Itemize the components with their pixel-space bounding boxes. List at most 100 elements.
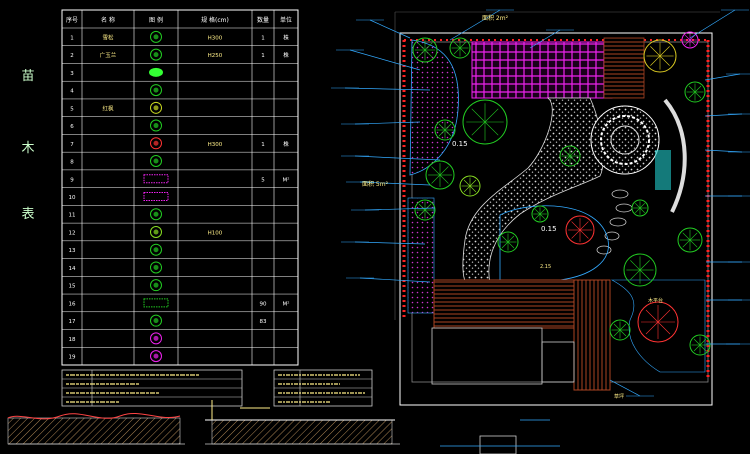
legend-row-name: 红枫: [102, 104, 114, 112]
legend-row-unit: M²: [283, 176, 290, 183]
flower-bed-left: [409, 39, 459, 176]
legend-row-name: 广玉兰: [100, 51, 117, 59]
label-deck: 木平台: [648, 297, 663, 304]
legend-row: 10: [69, 192, 169, 201]
legend-row: 5 红枫: [70, 101, 162, 114]
legend-row-unit: M²: [283, 300, 290, 307]
side-title-char-2: 木: [21, 141, 34, 156]
legend-row-number: 14: [69, 266, 76, 272]
leader-line: [704, 113, 743, 117]
tree-symbol: [609, 319, 631, 341]
legend-row-name: 雪松: [102, 33, 114, 41]
tree-symbol: [631, 199, 649, 217]
label-area-mid: 面积 5m²: [362, 180, 389, 188]
legend-row-number: 2: [70, 53, 74, 59]
bottom-elevation-detail: [440, 419, 560, 454]
legend-row-number: 19: [69, 355, 76, 361]
legend-symbol-shrub: [149, 67, 163, 77]
legend-row: 16 90 M²: [69, 298, 290, 308]
label-lawn: 草坪: [614, 393, 624, 400]
notes-table-left: [61, 369, 243, 407]
side-title-char-1: 苗: [21, 69, 34, 84]
tree-symbol: [462, 99, 508, 145]
label-dim-3: 2.15: [540, 264, 551, 270]
tree-symbol: [559, 145, 581, 167]
legend-header-cell: 图 例: [149, 16, 163, 24]
legend-row-number: 1: [70, 35, 74, 41]
legend-row-spec: H300: [208, 142, 223, 148]
legend-row: 3: [70, 67, 163, 77]
legend-row: 13: [69, 243, 162, 256]
legend-row-number: 15: [69, 284, 76, 290]
tree-symbol: [689, 334, 711, 356]
tree-symbol: [434, 119, 456, 141]
legend-row-number: 10: [69, 195, 76, 201]
paved-path: [462, 97, 604, 285]
legend-row-quantity: 1: [261, 35, 265, 41]
legend-row: 18: [69, 332, 162, 345]
legend-row-unit: 株: [283, 33, 289, 41]
legend-row-number: 18: [69, 337, 76, 343]
tree-symbol: [684, 81, 706, 103]
tree-symbol: [677, 227, 703, 253]
tree-symbol: [565, 215, 595, 245]
leader-line: [704, 73, 741, 81]
legend-row: 9 5 M²: [70, 174, 290, 184]
legend-header-cell: 规 格(cm): [201, 16, 229, 24]
legend-row-number: 17: [69, 319, 76, 325]
legend-row: 2 广玉兰 H250 1 株: [70, 48, 289, 61]
legend-row-number: 16: [69, 301, 76, 307]
legend-symbol-hedge: [143, 298, 169, 308]
wood-deck-top: [603, 37, 645, 99]
legend-header-cell: 单位: [280, 16, 292, 24]
tree-symbol: [414, 199, 436, 221]
legend-row-number: 12: [69, 230, 76, 236]
notes-table-right: [273, 369, 373, 407]
legend-row-spec: H100: [208, 230, 223, 236]
label-dim-1: 0.15: [452, 140, 468, 148]
site-plan: 面积 2m² 面积 5m² 0.15 0.15 2.15 木平台 草坪: [331, 9, 750, 454]
legend-row-spec: H250: [208, 53, 223, 59]
paving-section-detail-2: [205, 400, 400, 445]
stepping-stones: [596, 189, 633, 255]
legend-row-number: 11: [69, 213, 76, 219]
leader-line: [354, 121, 421, 125]
tree-symbol: [412, 37, 438, 63]
legend-row-number: 3: [70, 71, 74, 77]
legend-table-rows: 1 雪松 H300 1 株 2 广玉兰 H250 1 株 3 4 5 红枫 6 7 H300 1 株 8 9 5 M² 10 1…: [69, 30, 290, 363]
label-dim-2: 0.15: [541, 225, 557, 233]
legend-header-cell: 序号: [66, 16, 78, 24]
legend-row-quantity: 90: [260, 301, 267, 307]
legend-row: 11: [69, 208, 162, 221]
tree-symbol: [425, 160, 455, 190]
paving-section-detail-1: [7, 412, 185, 445]
tree-symbol: [497, 231, 519, 253]
legend-row-quantity: 1: [261, 53, 265, 59]
leader-line: [349, 49, 421, 71]
legend-row: 19: [69, 350, 162, 363]
leader-line: [369, 19, 411, 39]
legend-symbol-hedge: [143, 192, 169, 201]
legend-row-number: 6: [70, 124, 74, 130]
pergola: [471, 41, 613, 99]
legend-row: 1 雪松 H300 1 株: [70, 30, 289, 43]
legend-row-number: 13: [69, 248, 76, 254]
legend-row: 7 H300 1 株: [70, 137, 289, 150]
tree-symbol: [643, 39, 677, 73]
legend-header-cell: 数量: [257, 16, 269, 24]
wood-deck-side: [573, 279, 611, 391]
legend-row-unit: 株: [283, 51, 289, 59]
legend-row-quantity: 1: [261, 142, 265, 148]
legend-row-number: 7: [70, 142, 74, 148]
legend-row: 4: [70, 84, 162, 97]
tree-symbol: [459, 175, 481, 197]
legend-row-number: 9: [70, 177, 74, 183]
legend-row-spec: H300: [208, 35, 223, 41]
legend-row: 6: [70, 119, 162, 132]
legend-symbol-hedge: [143, 174, 169, 184]
planting-bed-right: [610, 279, 706, 373]
legend-row-quantity: 83: [260, 319, 267, 325]
plant-legend-table: 序号 名 称 图 例 规 格(cm) 数量 单位 1 雪松 H300 1 株 2 广玉兰 H250 1 株 3…: [61, 9, 299, 366]
legend-row: 8: [70, 155, 162, 168]
legend-row-quantity: 5: [261, 177, 265, 183]
